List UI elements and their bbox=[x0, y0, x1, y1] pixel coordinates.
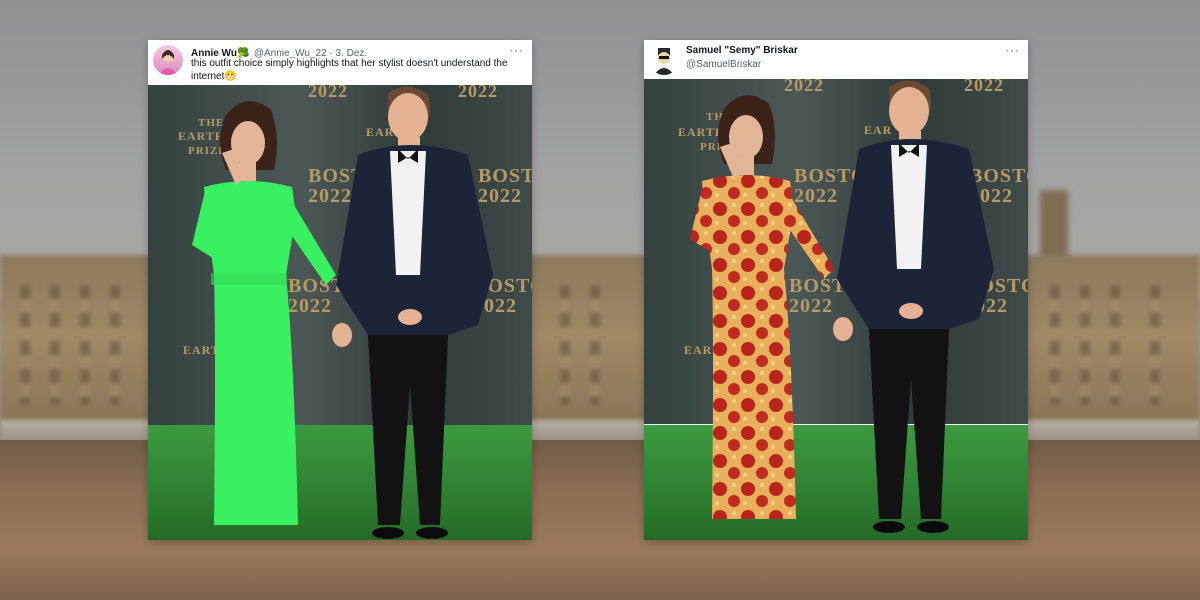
tweet-header: Samuel "Semy" Briskar @SamuelBriskar ··· bbox=[644, 40, 1028, 79]
avatar[interactable] bbox=[649, 45, 679, 75]
man-in-tuxedo bbox=[833, 80, 994, 533]
avatar[interactable] bbox=[153, 45, 183, 75]
tweet-photo[interactable]: 2022 2022 THE EARTHSHOT PRIZE EARTH BOST… bbox=[148, 85, 532, 540]
tweet-text: this outfit choice simply highlights tha… bbox=[191, 58, 508, 82]
tweet-card-left[interactable]: Annie Wu🥦 @Annie_Wu_22 · 3. Dez. ··· thi… bbox=[148, 40, 532, 540]
author-name[interactable]: Samuel "Semy" Briskar bbox=[686, 45, 798, 56]
tweet-photo[interactable]: 2022 2022 TH EARTHSHOT PRI EAR BOSTON 20… bbox=[644, 79, 1028, 540]
man-in-tuxedo bbox=[332, 86, 493, 539]
more-options-icon[interactable]: ··· bbox=[1005, 43, 1020, 57]
more-options-icon[interactable]: ··· bbox=[509, 43, 524, 57]
tweet-header: Annie Wu🥦 @Annie_Wu_22 · 3. Dez. ··· thi… bbox=[148, 40, 532, 85]
author-handle[interactable]: @SamuelBriskar bbox=[686, 59, 761, 70]
tweet-card-right[interactable]: Samuel "Semy" Briskar @SamuelBriskar ···… bbox=[644, 40, 1028, 540]
woman-in-green-dress bbox=[192, 101, 336, 525]
woman-in-pizza-dress bbox=[690, 95, 834, 519]
